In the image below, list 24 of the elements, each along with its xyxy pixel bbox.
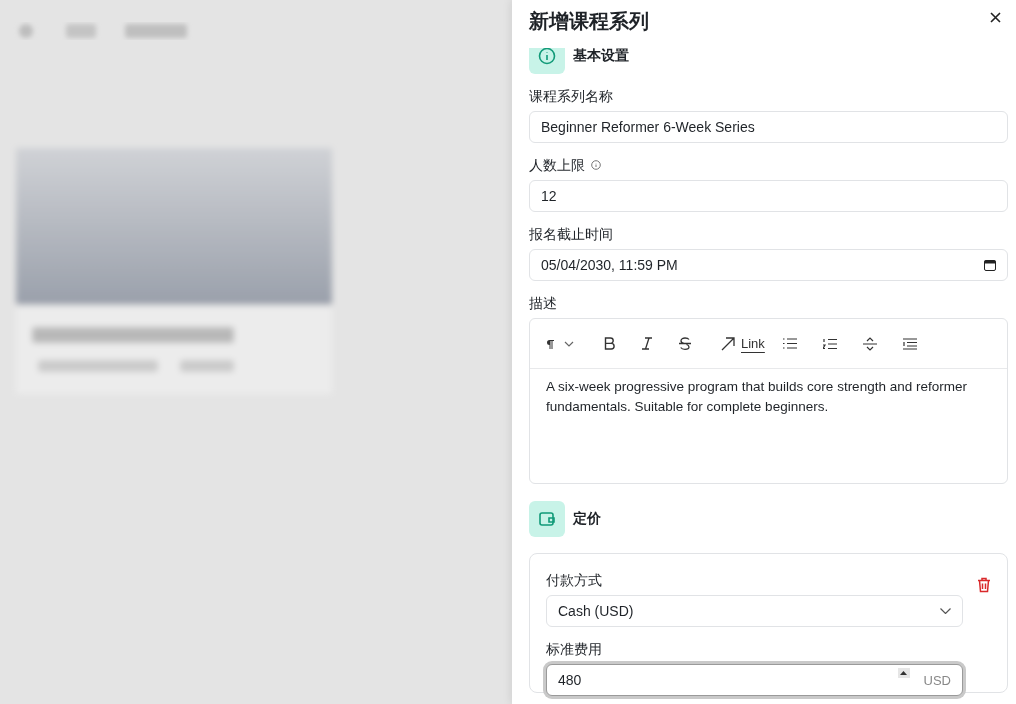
- text-field[interactable]: Beginner Reformer 6-Week Series: [529, 111, 1008, 143]
- field-label: 描述: [529, 294, 557, 313]
- field-label: 报名截止时间: [529, 225, 613, 244]
- field-label: 付款方式: [546, 571, 602, 590]
- link-button[interactable]: Link: [741, 331, 765, 356]
- info-icon: [591, 160, 601, 170]
- trash-icon[interactable]: [977, 577, 991, 595]
- section-title: 定价: [573, 510, 601, 528]
- field-label: 标准费用: [546, 640, 602, 659]
- description-text[interactable]: A six-week progressive program that builds core strength and reformer fundamentals. Suitable for complete beginners.: [530, 369, 1007, 425]
- currency-label: USD: [923, 672, 951, 688]
- rich-text-editor[interactable]: Link A six-week progressive program that builds core strength and reformer fundamentals. Suitable for complete beginners.: [529, 318, 1008, 484]
- payment-select[interactable]: Cash (USD): [546, 595, 963, 627]
- spinner-icon[interactable]: [897, 668, 910, 678]
- field-label: 课程系列名称: [529, 87, 613, 106]
- section-title: 基本设置: [573, 47, 629, 65]
- drawer-title: 新增课程系列: [529, 9, 649, 34]
- chevron-icon: [940, 608, 951, 614]
- wallet-icon: [529, 501, 565, 537]
- date-field[interactable]: 05/04/2030, 11:59 PM: [529, 249, 1008, 281]
- fee-field[interactable]: 480 USD: [546, 664, 963, 696]
- text-field[interactable]: 12: [529, 180, 1008, 212]
- field-label: 人数上限: [529, 156, 585, 175]
- calendar-icon[interactable]: [984, 259, 996, 271]
